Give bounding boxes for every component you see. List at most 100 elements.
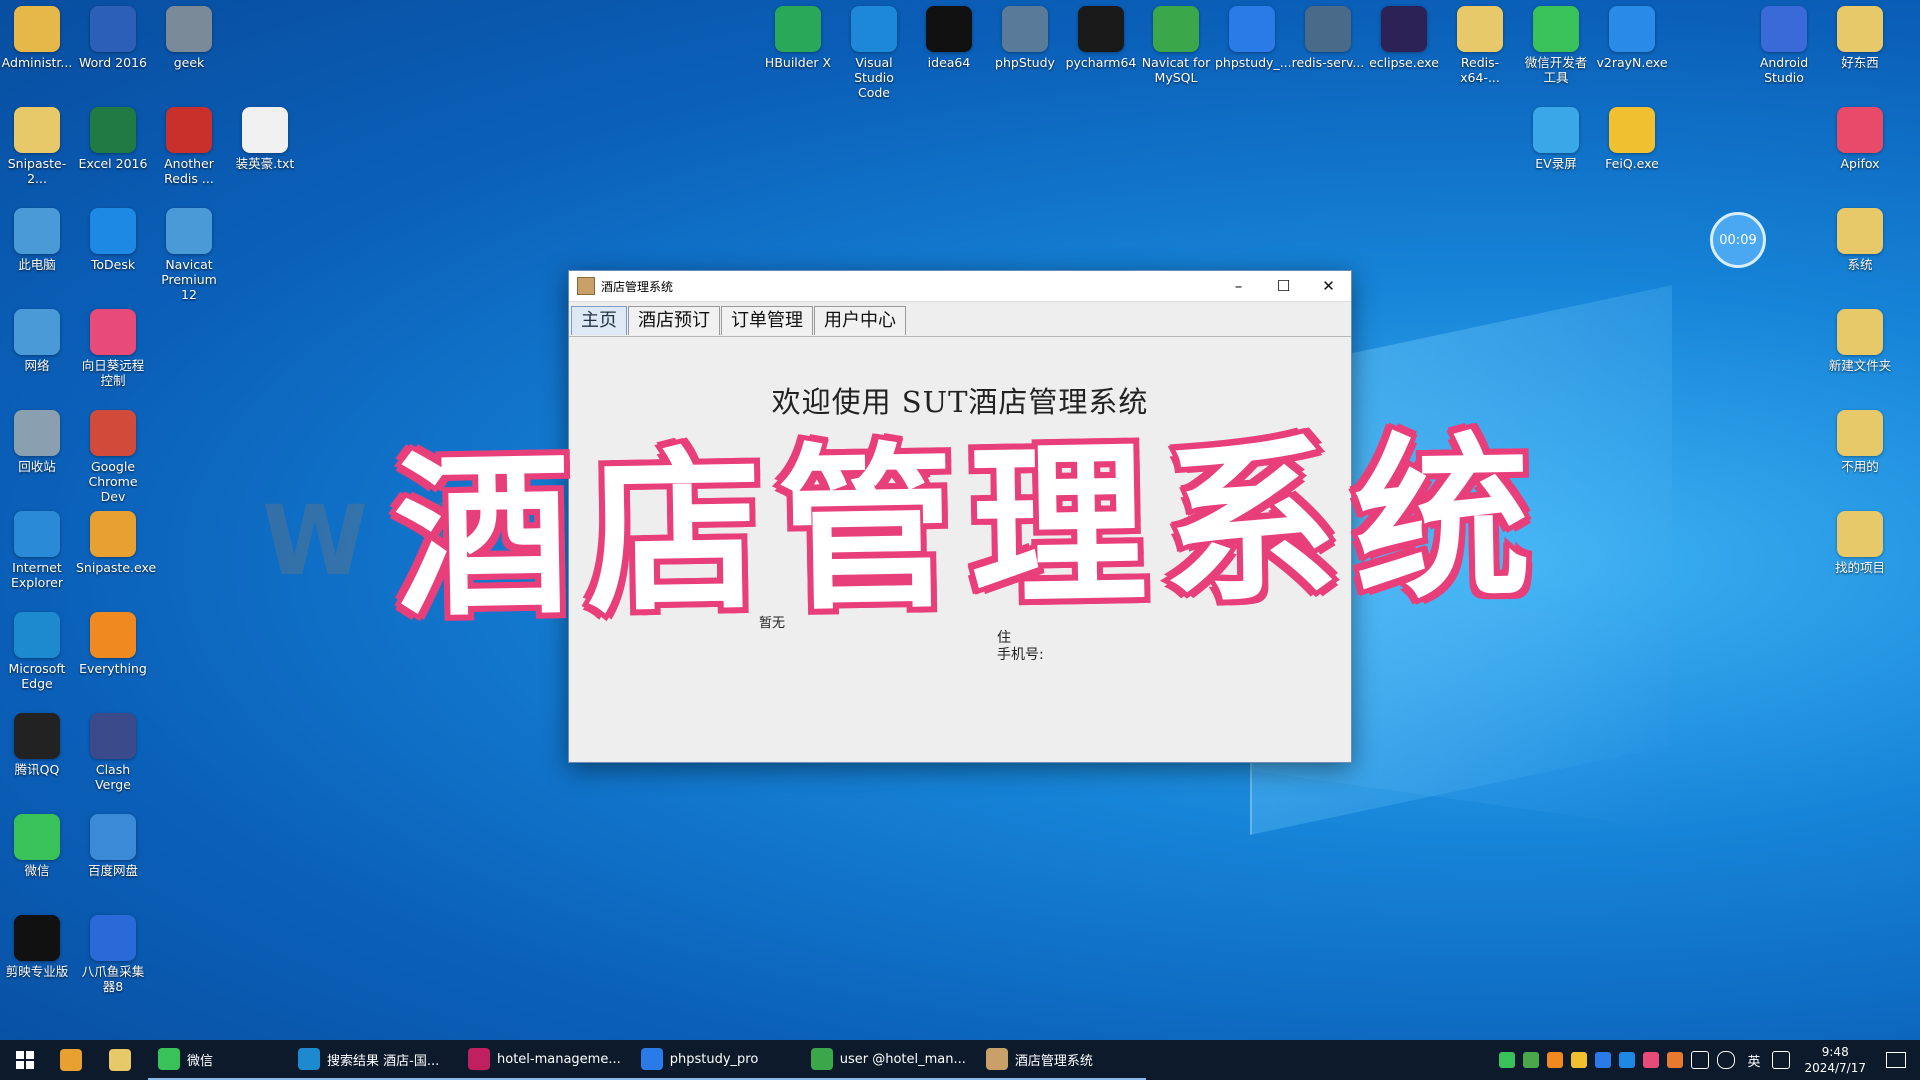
desktop-icon-top-6[interactable]: phpstudy_... [1215, 0, 1292, 70]
desktop-icon-left-5[interactable]: Another Redis ... [152, 101, 226, 186]
feiq-icon [1609, 107, 1655, 153]
desktop-icon-left-20[interactable]: 微信 [0, 808, 74, 878]
taskbar-app-3[interactable]: phpstudy_pro [630, 1040, 801, 1080]
desktop-icon-right-2[interactable]: Apifox [1823, 101, 1897, 171]
desktop-icon-left-12[interactable]: 回收站 [0, 404, 74, 474]
desktop-icon-left-22[interactable]: 剪映专业版 [0, 909, 74, 979]
desktop-icon-right-5[interactable]: 不用的 [1823, 404, 1897, 474]
maximize-button[interactable]: ☐ [1261, 271, 1306, 301]
phpstudy-tray-icon[interactable] [1595, 1052, 1612, 1068]
folder-icon [1837, 208, 1883, 254]
desktop-icon-left-13[interactable]: Google Chrome Dev [76, 404, 150, 504]
desktop-icon-right-4[interactable]: 新建文件夹 [1823, 303, 1897, 373]
close-button[interactable]: ✕ [1306, 271, 1351, 301]
desktop-icon-label: idea64 [927, 55, 971, 70]
window-titlebar[interactable]: 酒店管理系统 – ☐ ✕ [569, 271, 1351, 302]
desktop-icon-top-0[interactable]: HBuilder X [761, 0, 835, 70]
desktop-icon-top-4[interactable]: pycharm64 [1064, 0, 1138, 70]
system-clock[interactable]: 9:48 2024/7/17 [1804, 1044, 1866, 1076]
desktop-icon-label: 腾讯QQ [14, 762, 60, 777]
desktop-icon-label: 网络 [24, 358, 50, 373]
desktop-icon-top-10[interactable]: 微信开发者工具 [1519, 0, 1593, 85]
tab-hotel-booking[interactable]: 酒店预订 [628, 306, 720, 335]
desktop-icon-top-7[interactable]: redis-serv... [1291, 0, 1365, 70]
desktop-icon-left-6[interactable]: 装英豪.txt [228, 101, 302, 171]
desktop-icon-left-2[interactable]: geek [152, 0, 226, 70]
taskbar-app-0[interactable]: 微信 [148, 1040, 288, 1080]
redis-icon [166, 107, 212, 153]
recording-timer[interactable]: 00:09 [1710, 212, 1766, 268]
desktop-icon-left-10[interactable]: 网络 [0, 303, 74, 373]
desktop-icon-label: 八爪鱼采集器8 [81, 964, 145, 994]
keyboard-grid-icon[interactable] [1772, 1051, 1791, 1069]
folder-icon [14, 107, 60, 153]
taskbar-app-1[interactable]: 搜索结果 酒店-国... [288, 1040, 458, 1080]
desktop-icon-top-1[interactable]: Visual Studio Code [837, 0, 911, 100]
desktop-icon-top-2[interactable]: idea64 [912, 0, 986, 70]
tab-order-management[interactable]: 订单管理 [721, 306, 813, 335]
clash-icon [90, 713, 136, 759]
desktop-icon-right-6[interactable]: 找的项目 [1823, 505, 1897, 575]
desktop-icon-top-11[interactable]: v2rayN.exe [1595, 0, 1669, 70]
phpstudy-pro-icon [640, 1048, 663, 1070]
desktop-icon-top-5[interactable]: Navicat for MySQL [1139, 0, 1213, 85]
folder-icon [1837, 511, 1883, 557]
desktop-icon-label: Google Chrome Dev [88, 459, 138, 504]
desktop-icon-right-3[interactable]: 系统 [1823, 202, 1897, 272]
file-explorer-button[interactable] [99, 1040, 148, 1080]
taskbar-app-label: phpstudy_pro [669, 1051, 759, 1067]
desktop-icon-top-9[interactable]: Redis-x64-... [1443, 0, 1517, 85]
tab-user-center[interactable]: 用户中心 [814, 306, 906, 335]
wechat-tray-icon[interactable] [1499, 1052, 1516, 1068]
taskbar-app-2[interactable]: hotel-manageme... [458, 1040, 631, 1080]
minimize-button[interactable]: – [1216, 271, 1261, 301]
taskbar-app-label: 搜索结果 酒店-国... [327, 1053, 440, 1069]
desktop-icon-left-19[interactable]: Clash Verge [76, 707, 150, 792]
start-button[interactable] [0, 1040, 50, 1080]
desktop-icon-left-3[interactable]: Snipaste-2... [0, 101, 74, 186]
desktop-icon-left-1[interactable]: Word 2016 [76, 0, 150, 70]
desktop-icon-right-0[interactable]: EV录屏 [1519, 101, 1593, 171]
desktop-icon-top-3[interactable]: phpStudy [988, 0, 1062, 70]
tab-home[interactable]: 主页 [571, 306, 627, 335]
desktop-icon-label: 好东西 [1841, 55, 1879, 70]
desktop-icon-left-7[interactable]: 此电脑 [0, 202, 74, 272]
network-tray-icon[interactable] [1691, 1051, 1710, 1069]
pinned-app-button[interactable] [50, 1040, 99, 1080]
desktop-icon-left-8[interactable]: ToDesk [76, 202, 150, 272]
desktop-icon-top-12[interactable]: Android Studio [1747, 0, 1821, 85]
feiq-tray-icon[interactable] [1571, 1052, 1588, 1068]
desktop-icon-left-16[interactable]: Microsoft Edge [0, 606, 74, 691]
desktop-icon-left-21[interactable]: 百度网盘 [76, 808, 150, 878]
todesk-tray-icon[interactable] [1619, 1052, 1636, 1068]
folder-icon [1457, 6, 1503, 52]
ime-indicator[interactable]: 英 [1747, 1051, 1760, 1070]
desktop-icon-left-0[interactable]: Administr... [0, 0, 74, 70]
desktop-icon-top-8[interactable]: eclipse.exe [1367, 0, 1441, 70]
desktop-icon-left-15[interactable]: Snipaste.exe [76, 505, 156, 575]
shield-tray-icon[interactable] [1523, 1052, 1540, 1068]
desktop-icon-left-9[interactable]: Navicat Premium 12 [152, 202, 226, 302]
desktop-icon-left-14[interactable]: Internet Explorer [0, 505, 74, 590]
desktop-icon-left-11[interactable]: 向日葵远程控制 [76, 303, 150, 388]
notification-icon[interactable] [1886, 1052, 1906, 1068]
desktop-icon-left-17[interactable]: Everything [76, 606, 150, 676]
desktop-icon-right-1[interactable]: FeiQ.exe [1595, 101, 1669, 171]
window-title: 酒店管理系统 [601, 279, 674, 294]
pycharm-icon [1078, 6, 1124, 52]
desktop-icon-left-18[interactable]: 腾讯QQ [0, 707, 74, 777]
sunflower-tray-icon[interactable] [1643, 1052, 1660, 1068]
app-tray-icon[interactable] [1667, 1052, 1684, 1068]
desktop-icon-label: 回收站 [18, 459, 56, 474]
taskbar-app-5[interactable]: 酒店管理系统 [975, 1040, 1146, 1080]
desktop-icon-label: 微信 [24, 863, 50, 878]
desktop-icon-label: 新建文件夹 [1828, 358, 1892, 373]
desktop-icon-top-13[interactable]: 好东西 [1823, 0, 1897, 70]
word-icon [90, 6, 136, 52]
volume-icon[interactable] [1717, 1051, 1736, 1069]
desktop-icon-left-4[interactable]: Excel 2016 [76, 101, 150, 171]
desktop-icon-label: Microsoft Edge [8, 661, 66, 691]
desktop-icon-left-23[interactable]: 八爪鱼采集器8 [76, 909, 150, 994]
taskbar-app-4[interactable]: user @hotel_man... [800, 1040, 976, 1080]
search-tray-icon[interactable] [1547, 1052, 1564, 1068]
